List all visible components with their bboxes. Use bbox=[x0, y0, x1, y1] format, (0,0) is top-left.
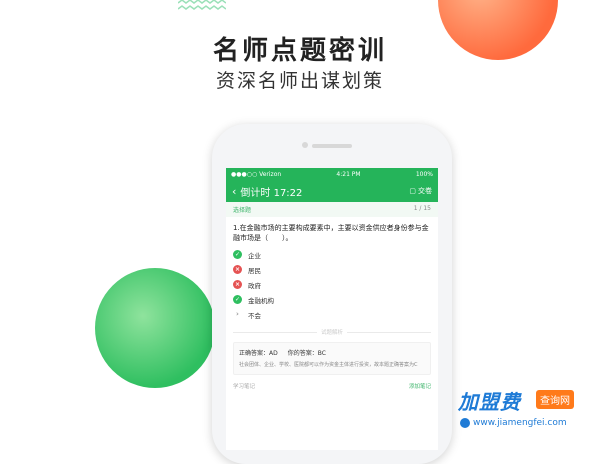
submit-button[interactable]: ▢ 交卷 bbox=[409, 186, 432, 196]
add-note-button[interactable]: 添加笔记 bbox=[409, 382, 431, 390]
answer-row: 正确答案：AD 你的答案：BC bbox=[239, 348, 425, 357]
green-circle-decoration bbox=[95, 268, 215, 388]
analysis-text: 社会团体、企业、学校、医院都可以作为资金主体进行投资，故本题正确答案为C bbox=[239, 362, 418, 368]
option-item[interactable]: › 不会 bbox=[233, 307, 431, 322]
carrier-label: ●●●○○ Verizon bbox=[231, 170, 282, 178]
app-bar: ‹ 倒计时 17:22 ▢ 交卷 bbox=[226, 180, 438, 202]
question-count: 1 / 15 bbox=[413, 205, 431, 212]
option-item[interactable]: ✓ 企业 bbox=[233, 247, 431, 262]
your-answer: 你的答案：BC bbox=[287, 350, 326, 357]
option-item[interactable]: × 政府 bbox=[233, 277, 431, 292]
answer-box: 正确答案：AD 你的答案：BC 社会团体、企业、学校、医院都可以作为资金主体进行… bbox=[233, 342, 431, 375]
battery-label: 100% bbox=[415, 170, 433, 178]
option-label: 政府 bbox=[248, 281, 261, 290]
hero-subtitle: 资深名师出谋划策 bbox=[215, 70, 384, 92]
watermark-brand: 加盟费 bbox=[458, 390, 521, 414]
hero-title: 名师点题密训 bbox=[212, 36, 387, 66]
question-meta: 选择题 1 / 15 bbox=[226, 202, 438, 217]
check-icon: ✓ bbox=[233, 295, 242, 304]
globe-icon bbox=[460, 418, 470, 428]
option-label: 不会 bbox=[248, 311, 261, 320]
options-list: ✓ 企业 × 居民 × 政府 ✓ 金融机构 › 不会 bbox=[226, 247, 438, 322]
watermark-url-text: www.jiamengfei.com bbox=[473, 418, 567, 428]
question-text: 1.在金融市场的主要构成要素中，主要以资金供应者身份参与金融市场是（ ）。 bbox=[233, 224, 429, 242]
cross-icon: × bbox=[233, 280, 242, 289]
option-item[interactable]: ✓ 金融机构 bbox=[233, 292, 431, 307]
document-icon: ▢ bbox=[409, 187, 416, 195]
cross-icon: × bbox=[233, 265, 242, 274]
notes-row: 学习笔记 添加笔记 bbox=[233, 382, 431, 390]
option-label: 金融机构 bbox=[248, 296, 274, 305]
notes-label: 学习笔记 bbox=[233, 384, 256, 390]
divider-label: 试题解析 bbox=[321, 330, 344, 336]
analysis-divider: 试题解析 bbox=[233, 328, 432, 336]
camera-icon bbox=[302, 142, 308, 148]
zigzag-decoration bbox=[178, 0, 226, 10]
option-item[interactable]: × 居民 bbox=[233, 262, 431, 277]
status-time: 4:21 PM bbox=[336, 170, 361, 178]
watermark-url: www.jiamengfei.com bbox=[460, 418, 567, 428]
back-chevron-icon[interactable]: ‹ bbox=[232, 185, 236, 198]
countdown-title: 倒计时 17:22 bbox=[240, 187, 303, 199]
correct-answer: 正确答案：AD bbox=[239, 350, 278, 357]
status-bar: ●●●○○ Verizon 4:21 PM 100% bbox=[226, 168, 438, 180]
option-label: 企业 bbox=[248, 251, 261, 260]
watermark-tag: 查询网 bbox=[536, 390, 574, 409]
watermark: 加盟费 查询网 www.jiamengfei.com bbox=[458, 386, 598, 442]
question-type: 选择题 bbox=[233, 207, 252, 214]
phone-screen: ●●●○○ Verizon 4:21 PM 100% ‹ 倒计时 17:22 ▢… bbox=[226, 168, 438, 450]
speaker-grille bbox=[312, 144, 352, 148]
check-icon: ✓ bbox=[233, 250, 242, 259]
chevron-right-icon: › bbox=[236, 310, 239, 318]
submit-label: 交卷 bbox=[418, 187, 432, 195]
option-label: 居民 bbox=[248, 266, 261, 275]
